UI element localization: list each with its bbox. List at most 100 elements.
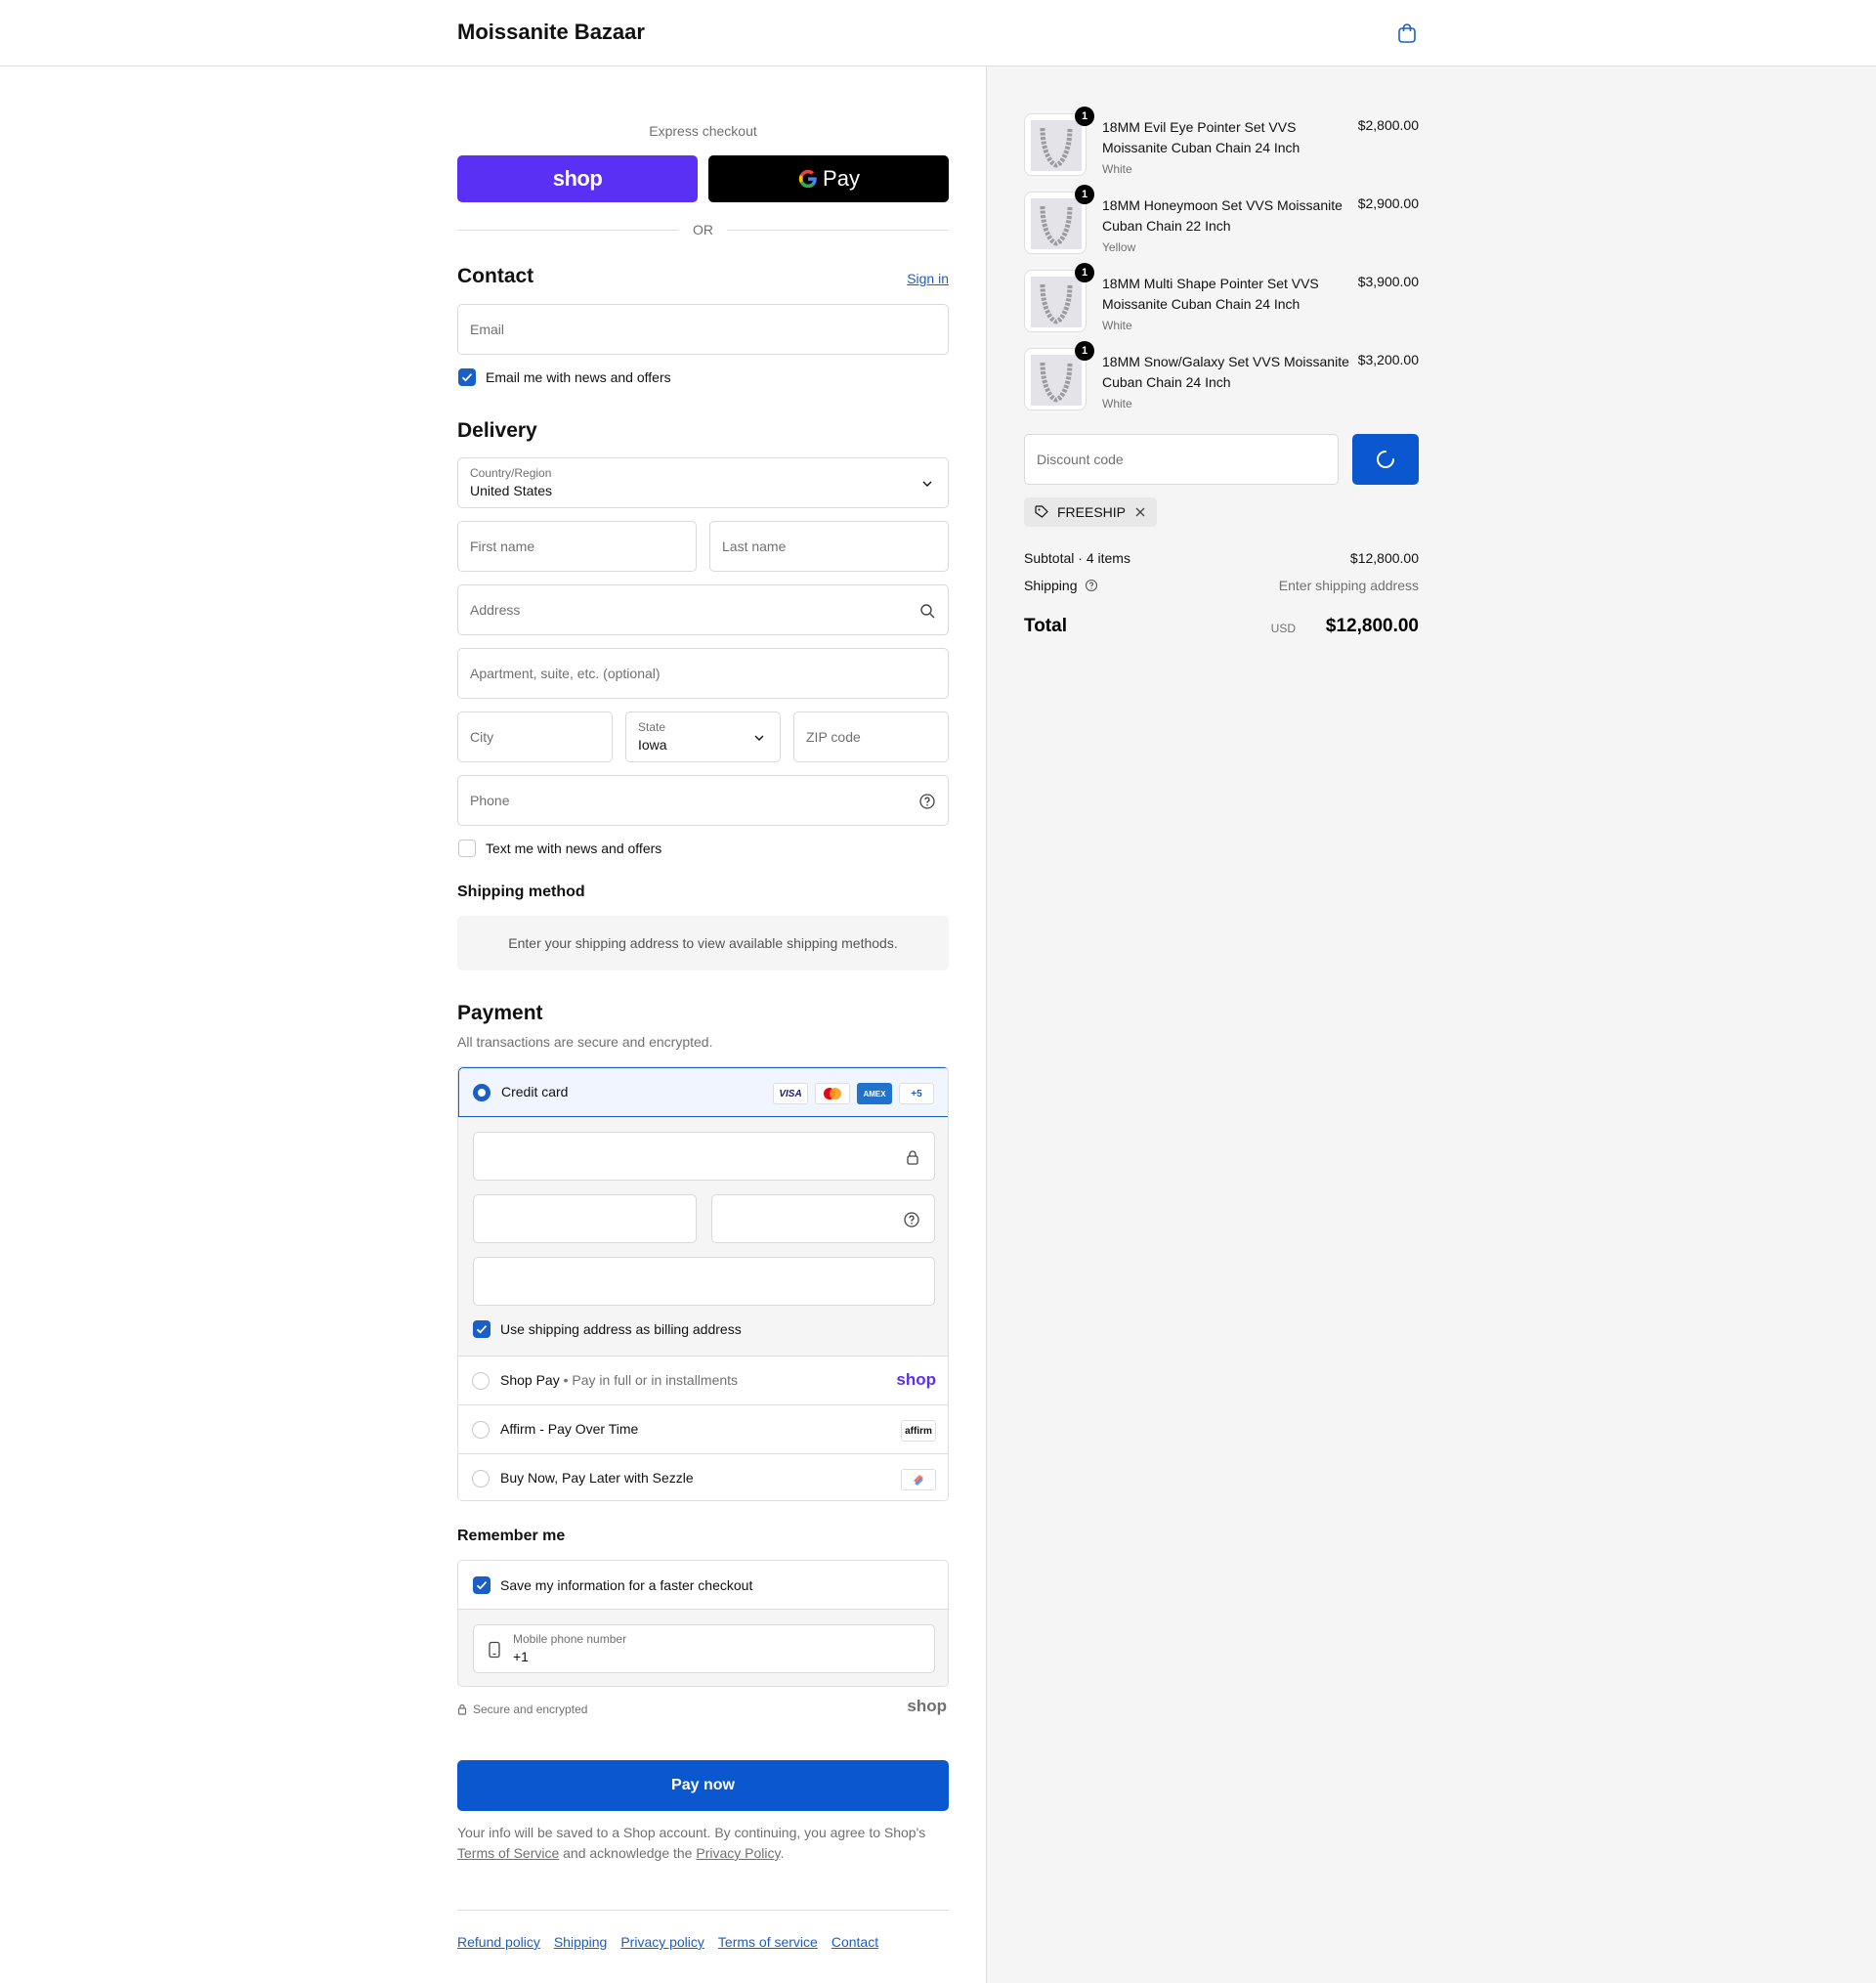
shipping-method-heading: Shipping method bbox=[457, 884, 585, 900]
quantity-badge: 1 bbox=[1075, 263, 1094, 282]
save-info-label: Save my information for a faster checkou… bbox=[500, 1577, 753, 1593]
close-icon[interactable] bbox=[1133, 505, 1147, 519]
phone-placeholder: Phone bbox=[470, 793, 510, 808]
expiration-field[interactable] bbox=[473, 1194, 697, 1243]
quantity-badge: 1 bbox=[1075, 107, 1094, 126]
sezzle-logo bbox=[901, 1469, 936, 1490]
or-divider: OR bbox=[457, 220, 949, 239]
billing-address-checkbox[interactable] bbox=[473, 1320, 490, 1338]
cart-item: 1 18MM Honeymoon Set VVS Moissanite Cuba… bbox=[1024, 185, 1419, 254]
country-value: United States bbox=[470, 483, 553, 498]
shop-pay-radio[interactable] bbox=[472, 1372, 490, 1390]
security-code-field[interactable] bbox=[711, 1194, 935, 1243]
save-info-checkbox[interactable] bbox=[473, 1576, 490, 1594]
pay-now-label: Pay now bbox=[671, 1777, 735, 1793]
remember-phone-panel: Mobile phone number +1 bbox=[458, 1610, 948, 1686]
quantity-badge: 1 bbox=[1075, 185, 1094, 204]
subtotal-value: $12,800.00 bbox=[1349, 550, 1419, 566]
shopping-bag-icon[interactable] bbox=[1395, 22, 1419, 45]
terms-of-service-footer-link[interactable]: Terms of service bbox=[718, 1934, 818, 1950]
credit-card-label: Credit card bbox=[501, 1084, 569, 1099]
privacy-policy-link[interactable]: Privacy Policy bbox=[696, 1845, 780, 1861]
privacy-policy-footer-link[interactable]: Privacy policy bbox=[620, 1934, 704, 1950]
help-icon[interactable] bbox=[1085, 579, 1098, 592]
apply-discount-button[interactable] bbox=[1352, 434, 1419, 485]
site-header: Moissanite Bazaar bbox=[0, 0, 1876, 66]
city-placeholder: City bbox=[470, 729, 494, 745]
quantity-badge: 1 bbox=[1075, 341, 1094, 361]
city-field[interactable]: City bbox=[457, 711, 613, 762]
contact-heading: Contact bbox=[457, 265, 534, 287]
shipping-value: Enter shipping address bbox=[1278, 578, 1419, 593]
address-field[interactable]: Address bbox=[457, 584, 949, 635]
payment-heading: Payment bbox=[457, 1002, 543, 1024]
state-value: Iowa bbox=[638, 737, 667, 753]
tag-icon bbox=[1035, 505, 1048, 518]
affirm-option[interactable]: Affirm - Pay Over Time affirm bbox=[458, 1404, 948, 1454]
product-variant: Yellow bbox=[1102, 240, 1136, 254]
shipping-link[interactable]: Shipping bbox=[554, 1934, 608, 1950]
sms-news-checkbox[interactable] bbox=[458, 840, 476, 857]
pay-now-button[interactable]: Pay now bbox=[457, 1760, 949, 1811]
amex-icon: AMEX bbox=[857, 1083, 892, 1104]
shipping-row: Shipping Enter shipping address bbox=[1024, 578, 1419, 593]
google-pay-label: Pay bbox=[823, 166, 860, 191]
shop-pay-express-button[interactable]: shop bbox=[457, 155, 698, 202]
shop-pay-subtitle: Pay in full or in installments bbox=[572, 1372, 739, 1388]
state-select[interactable]: State Iowa bbox=[625, 711, 781, 762]
help-icon[interactable] bbox=[918, 793, 936, 810]
email-news-checkbox[interactable] bbox=[458, 368, 476, 386]
shop-pay-label: Shop Pay • Pay in full or in installment… bbox=[500, 1372, 738, 1388]
country-select[interactable]: Country/Region United States bbox=[457, 457, 949, 508]
billing-address-label: Use shipping address as billing address bbox=[500, 1321, 742, 1337]
help-icon[interactable] bbox=[903, 1211, 920, 1229]
name-on-card-field[interactable] bbox=[473, 1257, 935, 1306]
shop-logo: shop bbox=[907, 1697, 947, 1715]
terms-of-service-link[interactable]: Terms of Service bbox=[457, 1845, 559, 1861]
cart-item: 1 18MM Multi Shape Pointer Set VVS Moiss… bbox=[1024, 263, 1419, 332]
last-name-field[interactable]: Last name bbox=[709, 521, 949, 572]
zip-field[interactable]: ZIP code bbox=[793, 711, 949, 762]
first-name-field[interactable]: First name bbox=[457, 521, 697, 572]
visa-icon: VISA bbox=[773, 1083, 808, 1104]
currency-label: USD bbox=[1270, 622, 1296, 635]
remember-me-heading: Remember me bbox=[457, 1528, 566, 1544]
shop-pay-logo: shop bbox=[896, 1370, 936, 1389]
card-number-field[interactable] bbox=[473, 1132, 935, 1181]
lock-icon bbox=[907, 1150, 918, 1165]
mastercard-icon bbox=[815, 1083, 850, 1104]
contact-link[interactable]: Contact bbox=[831, 1934, 878, 1950]
divider-line bbox=[727, 229, 949, 231]
footer-divider bbox=[457, 1910, 949, 1911]
mobile-phone-value: +1 bbox=[513, 1649, 529, 1664]
refund-policy-link[interactable]: Refund policy bbox=[457, 1934, 540, 1950]
email-placeholder: Email bbox=[470, 322, 505, 337]
cart-item: 1 18MM Evil Eye Pointer Set VVS Moissani… bbox=[1024, 107, 1419, 176]
more-cards-badge: +5 bbox=[899, 1083, 934, 1104]
secure-encrypted-note: Secure and encrypted bbox=[457, 1703, 587, 1716]
mobile-phone-field[interactable]: Mobile phone number +1 bbox=[473, 1624, 935, 1673]
sign-in-link[interactable]: Sign in bbox=[907, 271, 949, 286]
credit-card-option[interactable]: Credit card VISA AMEX +5 bbox=[458, 1067, 948, 1117]
shipping-method-message: Enter your shipping address to view avai… bbox=[457, 916, 949, 970]
email-field[interactable]: Email bbox=[457, 304, 949, 355]
save-info-row[interactable]: Save my information for a faster checkou… bbox=[458, 1561, 948, 1610]
discount-code-field[interactable]: Discount code bbox=[1024, 434, 1339, 485]
legal-middle: and acknowledge the bbox=[559, 1845, 697, 1861]
last-name-placeholder: Last name bbox=[722, 539, 787, 554]
discount-code-placeholder: Discount code bbox=[1037, 452, 1124, 467]
affirm-radio[interactable] bbox=[472, 1421, 490, 1439]
applied-discount-chip: FREESHIP bbox=[1024, 497, 1158, 527]
shipping-label: Shipping bbox=[1024, 578, 1078, 593]
product-variant: White bbox=[1102, 162, 1132, 176]
apartment-field[interactable]: Apartment, suite, etc. (optional) bbox=[457, 648, 949, 699]
brand-logo[interactable]: Moissanite Bazaar bbox=[457, 20, 645, 45]
google-pay-button[interactable]: Pay bbox=[708, 155, 949, 202]
phone-field[interactable]: Phone bbox=[457, 775, 949, 826]
legal-prefix: Your info will be saved to a Shop accoun… bbox=[457, 1825, 926, 1840]
zip-placeholder: ZIP code bbox=[806, 729, 861, 745]
credit-card-radio[interactable] bbox=[473, 1084, 490, 1101]
shop-pay-option[interactable]: Shop Pay • Pay in full or in installment… bbox=[458, 1356, 948, 1405]
sezzle-radio[interactable] bbox=[472, 1470, 490, 1487]
sezzle-option[interactable]: Buy Now, Pay Later with Sezzle bbox=[458, 1453, 948, 1500]
